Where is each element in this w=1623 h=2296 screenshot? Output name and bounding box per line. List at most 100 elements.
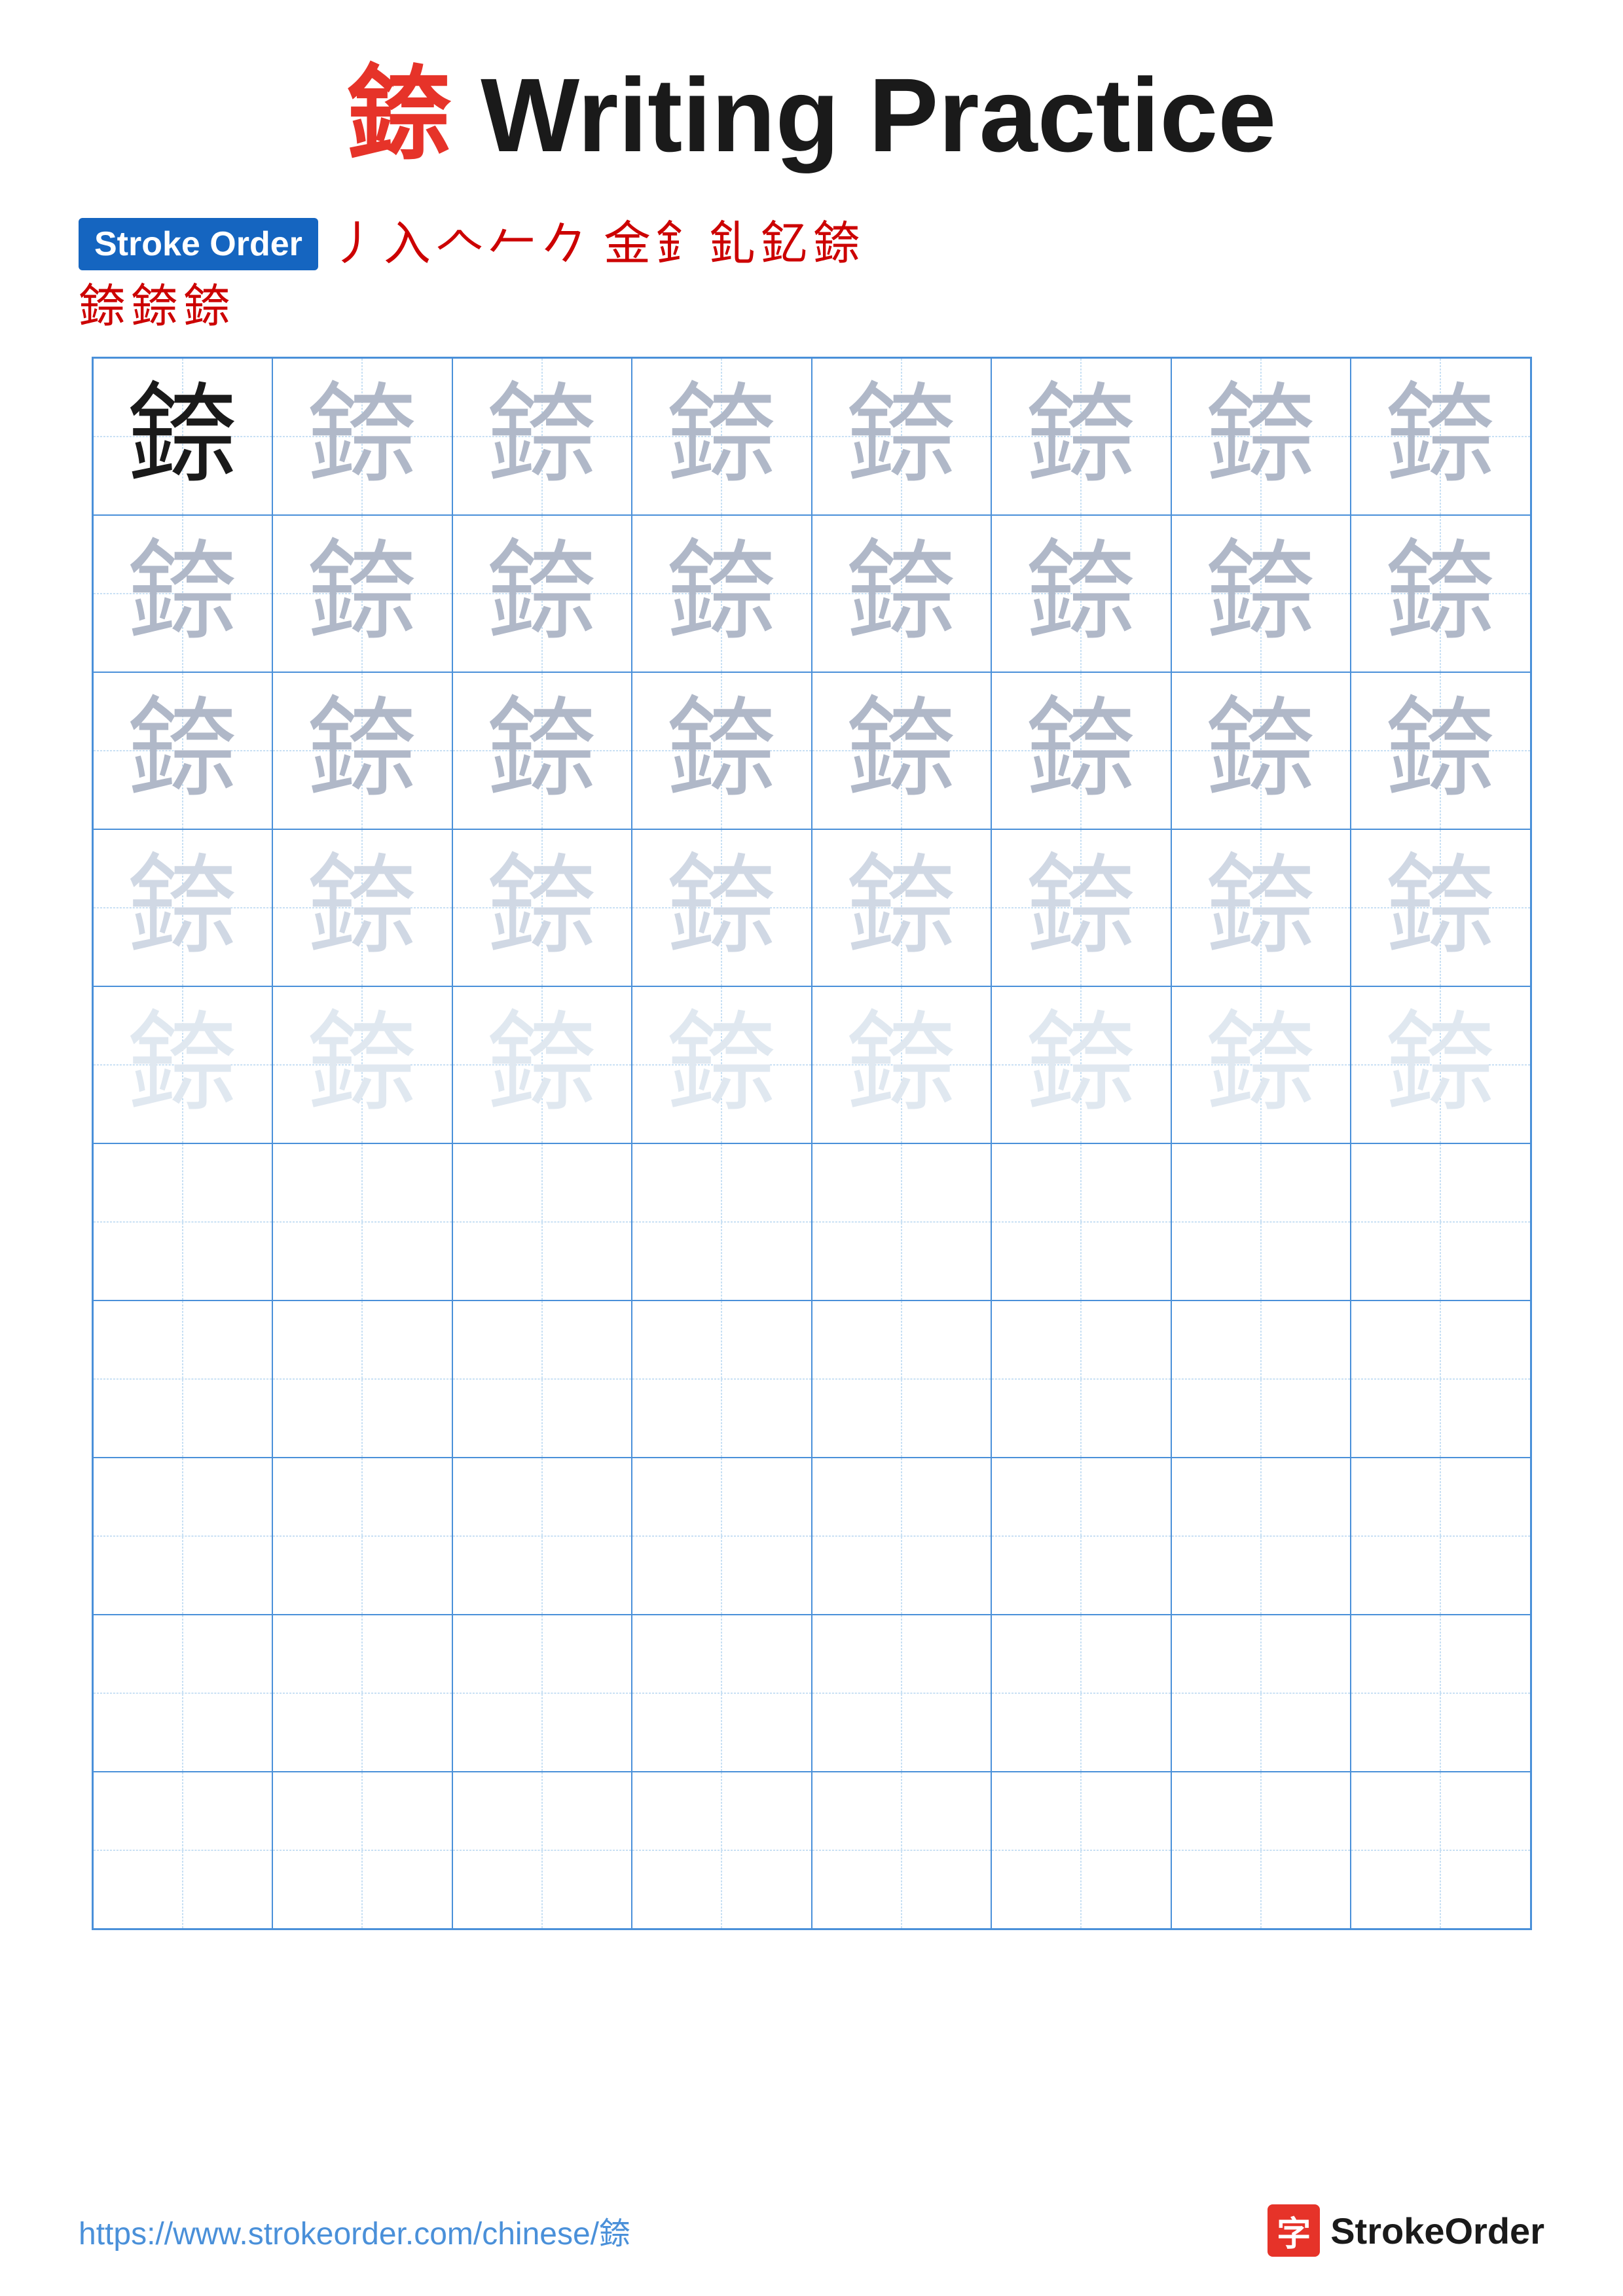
grid-cell-r7c3[interactable] bbox=[452, 1300, 632, 1458]
grid-cell-r4c2[interactable]: 錼 bbox=[272, 829, 452, 986]
grid-cell-r5c3[interactable]: 錼 bbox=[452, 986, 632, 1143]
stroke-chars-row1: 丿 入 𠆢 𠂉 𠂊 𠂋 𠂌 金 釒 釓 釔 錼 bbox=[331, 221, 860, 268]
grid-cell-r2c5[interactable]: 錼 bbox=[812, 515, 992, 672]
grid-cell-r1c4[interactable]: 錼 bbox=[632, 358, 812, 515]
cell-char: 錼 bbox=[1025, 695, 1137, 806]
grid-cell-r3c7[interactable]: 錼 bbox=[1171, 672, 1351, 829]
grid-cell-r4c7[interactable]: 錼 bbox=[1171, 829, 1351, 986]
grid-cell-r10c3[interactable] bbox=[452, 1772, 632, 1929]
grid-cell-r7c5[interactable] bbox=[812, 1300, 992, 1458]
grid-cell-r8c4[interactable] bbox=[632, 1458, 812, 1615]
grid-cell-r1c7[interactable]: 錼 bbox=[1171, 358, 1351, 515]
cell-char: 錼 bbox=[1025, 852, 1137, 963]
grid-cell-r8c6[interactable] bbox=[991, 1458, 1171, 1615]
grid-cell-r7c7[interactable] bbox=[1171, 1300, 1351, 1458]
grid-cell-r7c6[interactable] bbox=[991, 1300, 1171, 1458]
cell-char: 錼 bbox=[306, 695, 418, 806]
grid-cell-r3c4[interactable]: 錼 bbox=[632, 672, 812, 829]
title-text: Writing Practice bbox=[452, 56, 1277, 173]
grid-cell-r6c4[interactable] bbox=[632, 1143, 812, 1300]
grid-cell-r5c1[interactable]: 錼 bbox=[93, 986, 273, 1143]
grid-cell-r4c1[interactable]: 錼 bbox=[93, 829, 273, 986]
grid-cell-r6c8[interactable] bbox=[1351, 1143, 1531, 1300]
grid-cell-r3c8[interactable]: 錼 bbox=[1351, 672, 1531, 829]
grid-cell-r10c1[interactable] bbox=[93, 1772, 273, 1929]
grid-cell-r2c8[interactable]: 錼 bbox=[1351, 515, 1531, 672]
grid-cell-r4c4[interactable]: 錼 bbox=[632, 829, 812, 986]
grid-cell-r6c6[interactable] bbox=[991, 1143, 1171, 1300]
grid-cell-r2c3[interactable]: 錼 bbox=[452, 515, 632, 672]
grid-cell-r9c6[interactable] bbox=[991, 1615, 1171, 1772]
grid-cell-r6c1[interactable] bbox=[93, 1143, 273, 1300]
grid-cell-r6c7[interactable] bbox=[1171, 1143, 1351, 1300]
grid-cell-r3c1[interactable]: 錼 bbox=[93, 672, 273, 829]
grid-cell-r8c3[interactable] bbox=[452, 1458, 632, 1615]
cell-char: 錼 bbox=[666, 852, 777, 963]
grid-cell-r1c2[interactable]: 錼 bbox=[272, 358, 452, 515]
grid-cell-r8c8[interactable] bbox=[1351, 1458, 1531, 1615]
grid-cell-r2c6[interactable]: 錼 bbox=[991, 515, 1171, 672]
grid-cell-r10c6[interactable] bbox=[991, 1772, 1171, 1929]
grid-cell-r9c4[interactable] bbox=[632, 1615, 812, 1772]
footer-logo: 字 StrokeOrder bbox=[1267, 2204, 1544, 2257]
grid-cell-r7c1[interactable] bbox=[93, 1300, 273, 1458]
grid-cell-r10c4[interactable] bbox=[632, 1772, 812, 1929]
stroke-order-badge: Stroke Order bbox=[79, 218, 318, 270]
footer: https://www.strokeorder.com/chinese/錼 字 … bbox=[79, 2204, 1544, 2257]
grid-cell-r7c8[interactable] bbox=[1351, 1300, 1531, 1458]
grid-cell-r10c8[interactable] bbox=[1351, 1772, 1531, 1929]
grid-cell-r5c7[interactable]: 錼 bbox=[1171, 986, 1351, 1143]
grid-cell-r10c7[interactable] bbox=[1171, 1772, 1351, 1929]
grid-cell-r9c3[interactable] bbox=[452, 1615, 632, 1772]
grid-cell-r9c2[interactable] bbox=[272, 1615, 452, 1772]
grid-cell-r1c5[interactable]: 錼 bbox=[812, 358, 992, 515]
cell-char: 錼 bbox=[306, 538, 418, 649]
grid-cell-r9c8[interactable] bbox=[1351, 1615, 1531, 1772]
grid-cell-r1c8[interactable]: 錼 bbox=[1351, 358, 1531, 515]
grid-cell-r5c4[interactable]: 錼 bbox=[632, 986, 812, 1143]
grid-cell-r2c7[interactable]: 錼 bbox=[1171, 515, 1351, 672]
stroke-char-8: 金 bbox=[604, 221, 651, 268]
grid-cell-r3c6[interactable]: 錼 bbox=[991, 672, 1171, 829]
grid-cell-r6c3[interactable] bbox=[452, 1143, 632, 1300]
grid-cell-r4c5[interactable]: 錼 bbox=[812, 829, 992, 986]
grid-cell-r2c4[interactable]: 錼 bbox=[632, 515, 812, 672]
cell-char: 錼 bbox=[1025, 1009, 1137, 1121]
footer-url[interactable]: https://www.strokeorder.com/chinese/錼 bbox=[79, 2208, 630, 2253]
grid-cell-r2c2[interactable]: 錼 bbox=[272, 515, 452, 672]
grid-cell-r2c1[interactable]: 錼 bbox=[93, 515, 273, 672]
grid-cell-r4c3[interactable]: 錼 bbox=[452, 829, 632, 986]
grid-cell-r5c8[interactable]: 錼 bbox=[1351, 986, 1531, 1143]
grid-cell-r1c3[interactable]: 錼 bbox=[452, 358, 632, 515]
cell-char: 錼 bbox=[306, 381, 418, 492]
grid-cell-r8c7[interactable] bbox=[1171, 1458, 1351, 1615]
grid-cell-r6c5[interactable] bbox=[812, 1143, 992, 1300]
grid-cell-r5c6[interactable]: 錼 bbox=[991, 986, 1171, 1143]
grid-cell-r8c2[interactable] bbox=[272, 1458, 452, 1615]
grid-cell-r9c7[interactable] bbox=[1171, 1615, 1351, 1772]
grid-cell-r9c1[interactable] bbox=[93, 1615, 273, 1772]
grid-cell-r7c2[interactable] bbox=[272, 1300, 452, 1458]
stroke-char-5: 𠂊 bbox=[541, 221, 588, 268]
grid-cell-r8c5[interactable] bbox=[812, 1458, 992, 1615]
grid-cell-r3c5[interactable]: 錼 bbox=[812, 672, 992, 829]
grid-cell-r5c2[interactable]: 錼 bbox=[272, 986, 452, 1143]
grid-cell-r10c5[interactable] bbox=[812, 1772, 992, 1929]
grid-cell-r1c6[interactable]: 錼 bbox=[991, 358, 1171, 515]
cell-char: 錼 bbox=[1205, 695, 1317, 806]
grid-cell-r10c2[interactable] bbox=[272, 1772, 452, 1929]
cell-char: 錼 bbox=[846, 381, 957, 492]
grid-cell-r7c4[interactable] bbox=[632, 1300, 812, 1458]
grid-cell-r4c6[interactable]: 錼 bbox=[991, 829, 1171, 986]
stroke-char-10: 釓 bbox=[708, 221, 756, 268]
grid-cell-r4c8[interactable]: 錼 bbox=[1351, 829, 1531, 986]
grid-cell-r9c5[interactable] bbox=[812, 1615, 992, 1772]
grid-cell-r3c2[interactable]: 錼 bbox=[272, 672, 452, 829]
grid-cell-r3c3[interactable]: 錼 bbox=[452, 672, 632, 829]
grid-cell-r6c2[interactable] bbox=[272, 1143, 452, 1300]
cell-char: 錼 bbox=[846, 538, 957, 649]
grid-cell-r8c1[interactable] bbox=[93, 1458, 273, 1615]
grid-cell-r1c1[interactable]: 錼 bbox=[93, 358, 273, 515]
cell-char: 錼 bbox=[1205, 381, 1317, 492]
grid-cell-r5c5[interactable]: 錼 bbox=[812, 986, 992, 1143]
